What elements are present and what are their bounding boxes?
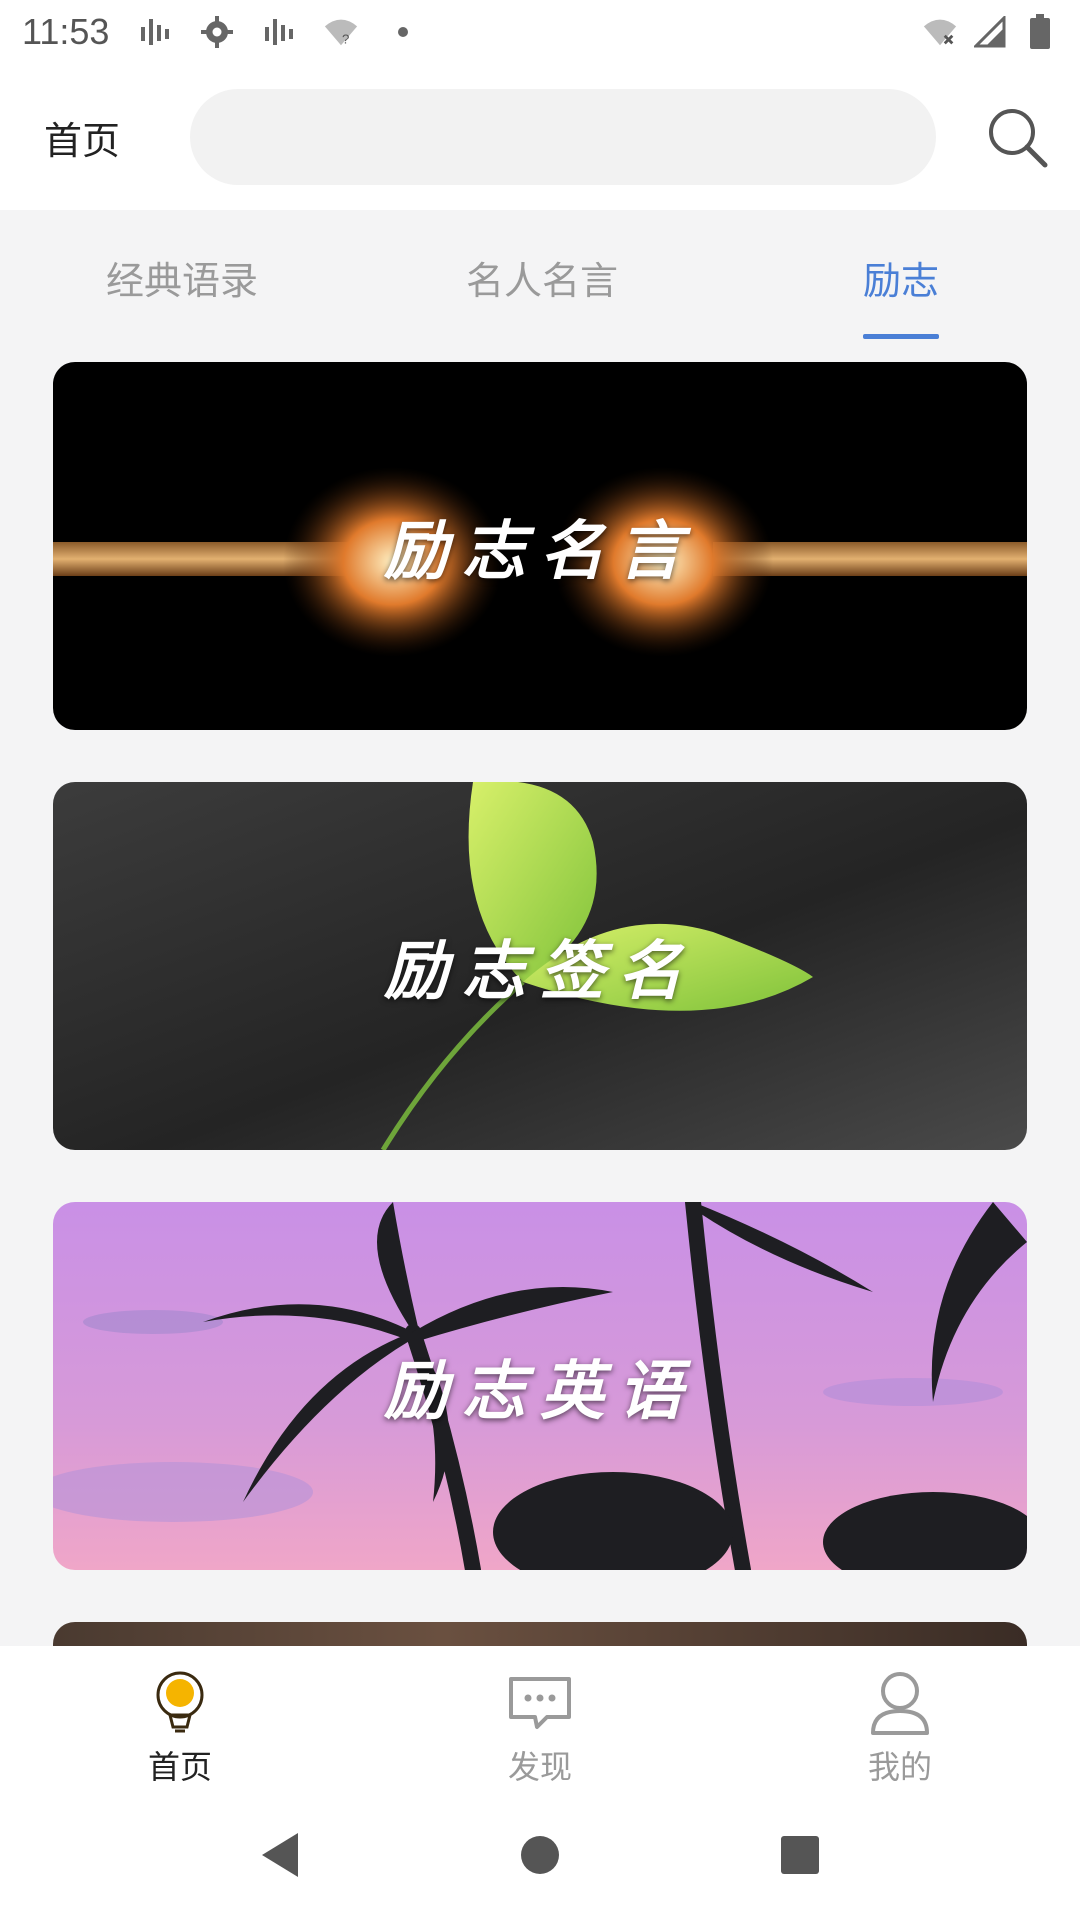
gear-icon	[199, 14, 235, 50]
card-inspirational-quotes[interactable]: 励志名言	[53, 362, 1027, 730]
home-circle-icon[interactable]	[510, 1825, 570, 1885]
card-inspirational-signature[interactable]: 励志签名	[53, 782, 1027, 1150]
card-title: 励志英语	[384, 1354, 696, 1429]
nav-home[interactable]: 首页	[0, 1646, 360, 1790]
page-title: 首页	[44, 118, 121, 163]
card-inspirational-english[interactable]: 励志英语	[53, 1202, 1027, 1570]
bottom-nav: 首页 发现 我的	[0, 1646, 1080, 1790]
status-time: 11:53	[22, 11, 110, 52]
card-title: 励志签名	[384, 934, 696, 1009]
user-icon	[865, 1668, 935, 1738]
wifi-off-icon	[922, 14, 958, 50]
status-bar: 11:53 ?	[0, 0, 1080, 64]
battery-icon	[1022, 14, 1058, 50]
cell-signal-icon	[972, 14, 1008, 50]
tab-classic-quotes[interactable]: 经典语录	[106, 250, 258, 305]
card-title: 励志名言	[384, 514, 696, 589]
search-icon[interactable]	[982, 102, 1052, 172]
signal-bars-icon	[137, 14, 173, 50]
status-icons-left: ?	[137, 14, 421, 50]
lightbulb-icon	[145, 1668, 215, 1738]
recents-square-icon[interactable]	[770, 1825, 830, 1885]
category-tabs: 经典语录 名人名言 励志	[0, 210, 1080, 339]
nav-label: 我的	[867, 1748, 932, 1786]
wifi-question-icon: ?	[323, 14, 359, 50]
nav-mine[interactable]: 我的	[720, 1646, 1080, 1790]
app-header: 首页	[0, 64, 1080, 210]
tab-active-indicator	[863, 334, 940, 339]
tab-inspirational[interactable]: 励志	[863, 250, 940, 339]
tab-label: 励志	[863, 259, 940, 303]
svg-text:?: ?	[342, 31, 349, 46]
tab-label: 经典语录	[106, 259, 259, 303]
nav-discover[interactable]: 发现	[360, 1646, 720, 1790]
signal-bars-icon	[261, 14, 297, 50]
tab-famous-quotes[interactable]: 名人名言	[466, 250, 618, 305]
back-triangle-icon[interactable]	[250, 1825, 310, 1885]
nav-label: 发现	[507, 1748, 572, 1786]
chat-bubble-icon	[505, 1668, 575, 1738]
tab-label: 名人名言	[466, 259, 619, 303]
search-input[interactable]	[190, 89, 936, 185]
nav-label: 首页	[147, 1748, 212, 1786]
status-icons-right	[922, 14, 1058, 50]
dot-icon	[385, 14, 421, 50]
system-nav-bar	[0, 1790, 1080, 1920]
